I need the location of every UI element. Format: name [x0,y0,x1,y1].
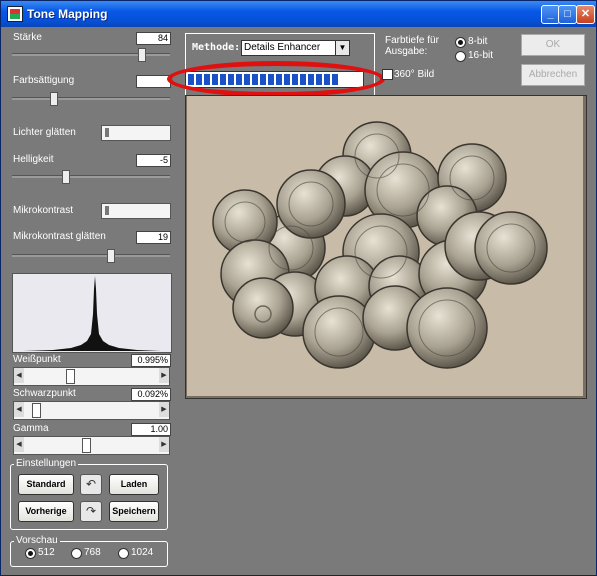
staerke-label: Stärke [13,32,42,43]
arrow-left-icon[interactable]: ◀ [14,402,24,417]
standard-button[interactable]: Standard [18,474,74,495]
mikrokontrast-glaetten-value[interactable]: 19 [136,231,171,244]
speichern-button[interactable]: Speichern [109,501,159,522]
methode-select[interactable]: Details Enhancer ▼ [241,40,350,56]
scroll-thumb[interactable] [66,369,75,384]
farbsaettigung-value[interactable] [136,75,171,88]
maximize-icon[interactable]: □ [558,5,577,24]
farbsaettigung-label: Farbsättigung [13,75,75,86]
window-title: Tone Mapping [27,7,108,21]
vorschau-title: Vorschau [14,535,60,546]
arrow-left-icon[interactable]: ◀ [14,368,24,383]
redo-icon[interactable]: ↷ [80,501,102,522]
gamma-scrollbar[interactable]: ◀ ▶ [13,436,170,455]
farbtiefe-label: Farbtiefe für Ausgabe: [385,35,439,57]
methode-value: Details Enhancer [244,42,321,53]
mikrokontrast-glaetten-slider[interactable] [12,248,170,263]
einstellungen-title: Einstellungen [14,458,79,469]
mikrokontrast-glaetten-label: Mikrokontrast glätten [13,231,106,242]
preview-image [187,96,583,396]
slider-thumb[interactable] [62,170,70,184]
helligkeit-value[interactable]: -5 [136,154,171,167]
vorherige-button[interactable]: Vorherige [18,501,74,522]
arrow-right-icon[interactable]: ▶ [159,368,169,383]
arrow-right-icon[interactable]: ▶ [159,437,169,452]
mikrokontrast-label: Mikrokontrast [13,205,74,216]
abbrechen-button[interactable]: Abbrechen [521,64,585,86]
vorschau-768-label: 768 [84,547,101,558]
helligkeit-slider[interactable] [12,169,170,184]
farbtiefe-16bit-radio[interactable] [455,51,466,62]
farbtiefe-16bit-label: 16-bit [468,50,494,61]
slider-thumb[interactable] [105,206,109,215]
histogram-graph [23,276,161,351]
histogram [12,273,172,353]
farbsaettigung-slider[interactable] [12,91,170,106]
vorschau-512-label: 512 [38,547,55,558]
undo-icon[interactable]: ↶ [80,474,102,495]
ok-button[interactable]: OK [521,34,585,56]
chevron-down-icon[interactable]: ▼ [335,41,349,55]
vorschau-768-radio[interactable] [71,548,82,559]
coins-photo [212,121,548,369]
preview-area [185,95,587,399]
vorschau-1024-radio[interactable] [118,548,129,559]
bild360-label: 360° Bild [394,69,435,80]
bild360-checkbox[interactable] [382,69,393,80]
weisspunkt-scrollbar[interactable]: ◀ ▶ [13,367,170,386]
farbtiefe-8bit-label: 8-bit [468,36,488,47]
slider-thumb[interactable] [107,249,115,263]
vorschau-512-radio[interactable] [25,548,36,559]
staerke-value[interactable]: 84 [136,32,171,45]
arrow-right-icon[interactable]: ▶ [159,402,169,417]
lichter-glaetten-label: Lichter glätten [13,127,76,138]
helligkeit-label: Helligkeit [13,154,54,165]
scroll-thumb[interactable] [82,438,91,453]
vorschau-1024-label: 1024 [131,547,154,558]
slider-thumb[interactable] [138,48,146,62]
laden-button[interactable]: Laden [109,474,159,495]
app-icon [7,6,23,22]
mikrokontrast-slider[interactable] [101,203,171,219]
slider-thumb[interactable] [50,92,58,106]
close-icon[interactable]: ✕ [576,5,595,24]
arrow-left-icon[interactable]: ◀ [14,437,24,452]
weisspunkt-value[interactable]: 0.995% [131,354,171,367]
highlight-annotation [167,61,385,97]
slider-thumb[interactable] [105,128,109,137]
lichter-glaetten-slider[interactable] [101,125,171,141]
schwarzpunkt-label: Schwarzpunkt [13,388,76,399]
scroll-thumb[interactable] [32,403,41,418]
schwarzpunkt-value[interactable]: 0.092% [131,388,171,401]
farbtiefe-8bit-radio[interactable] [455,37,466,48]
title-bar[interactable]: Tone Mapping _ □ ✕ [1,1,596,27]
gamma-value[interactable]: 1.00 [131,423,171,436]
staerke-slider[interactable] [12,47,170,62]
tone-mapping-window: Tone Mapping _ □ ✕ Stärke 84 Farbsättigu… [0,0,597,576]
gamma-label: Gamma [13,423,49,434]
methode-label: Methode: [192,42,241,53]
schwarzpunkt-scrollbar[interactable]: ◀ ▶ [13,401,170,420]
weisspunkt-label: Weißpunkt [13,354,61,365]
